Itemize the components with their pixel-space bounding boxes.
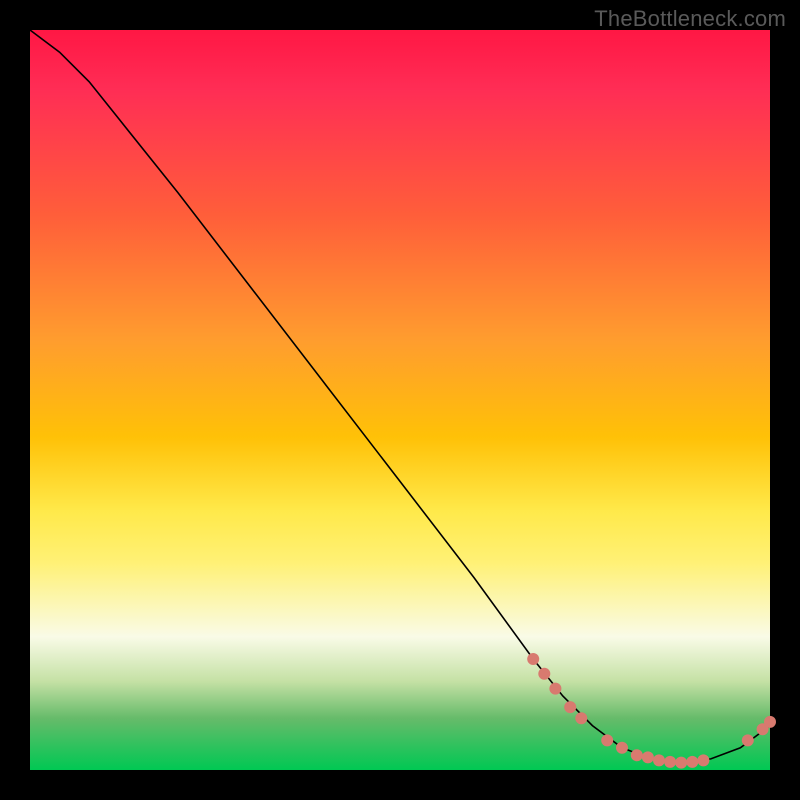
curve-marker <box>764 716 776 728</box>
chart-frame: TheBottleneck.com <box>0 0 800 800</box>
curve-marker <box>631 749 643 761</box>
curve-marker <box>742 734 754 746</box>
curve-marker <box>538 668 550 680</box>
curve-marker <box>697 754 709 766</box>
curve-marker <box>653 754 665 766</box>
curve-marker <box>564 701 576 713</box>
curve-marker <box>527 653 539 665</box>
curve-marker <box>664 756 676 768</box>
curve-marker <box>675 757 687 769</box>
watermark-text: TheBottleneck.com <box>594 6 786 32</box>
curve-marker <box>616 742 628 754</box>
bottleneck-curve <box>30 30 770 763</box>
curve-marker <box>575 712 587 724</box>
curve-layer <box>30 30 770 770</box>
curve-marker <box>549 683 561 695</box>
curve-marker <box>601 734 613 746</box>
curve-marker <box>642 751 654 763</box>
curve-markers <box>527 653 776 769</box>
curve-marker <box>686 756 698 768</box>
